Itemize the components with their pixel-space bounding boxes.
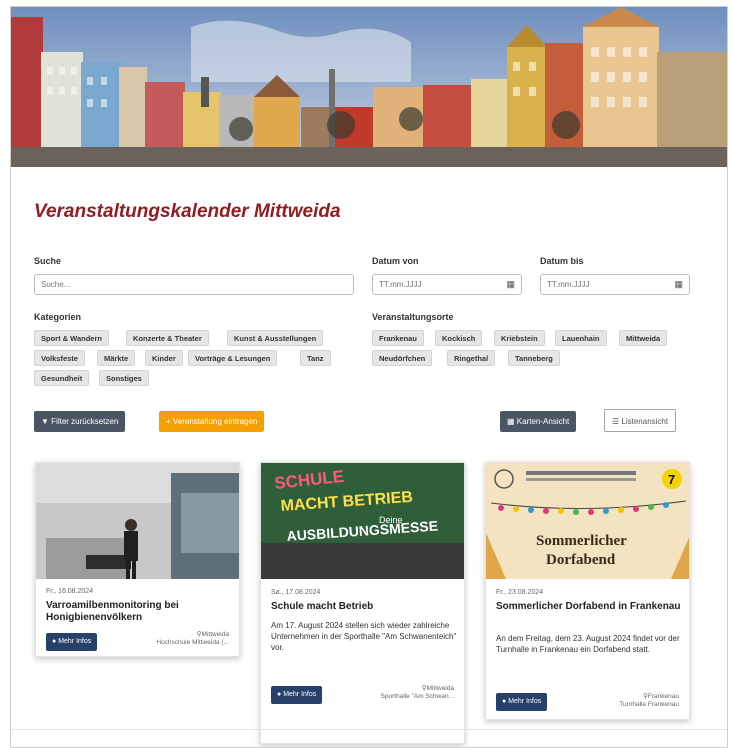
info-icon: ● xyxy=(277,691,282,698)
date-from-input[interactable]: TT.mm.JJJJ ▦ xyxy=(372,274,522,295)
category-chip[interactable]: Sonstiges xyxy=(99,370,149,386)
location-chip[interactable]: Kockisch xyxy=(435,330,483,346)
location-chip[interactable]: Ringethal xyxy=(447,350,496,366)
event-card[interactable]: Fr., 16.08.2024 Varroamilbenmonitoring b… xyxy=(35,462,240,657)
hero-banner-image xyxy=(11,7,727,167)
location-chip[interactable]: Kriebstein xyxy=(494,330,545,346)
event-title: Sommerlicher Dorfabend in Frankenau xyxy=(496,601,681,612)
date-to-input[interactable]: TT.mm.JJJJ ▦ xyxy=(540,274,690,295)
category-chip[interactable]: Gesundheit xyxy=(34,370,90,386)
event-date: Fr., 23.08.2024 xyxy=(496,589,544,596)
search-label: Suche xyxy=(34,256,62,266)
reset-filter-label: Filter zurücksetzen xyxy=(51,417,119,426)
event-description: An dem Freitag, dem 23. August 2024 find… xyxy=(496,634,680,654)
event-location-venue: Hochschule Mittweida (... xyxy=(156,639,229,646)
event-date: Sa., 17.08.2024 xyxy=(271,589,321,596)
location-chip[interactable]: Mittweida xyxy=(619,330,668,346)
info-icon: ● xyxy=(502,698,507,705)
event-location-city: Mittweida xyxy=(201,631,229,638)
more-info-label: Mehr Infos xyxy=(283,691,317,698)
list-icon: ☰ xyxy=(612,417,620,426)
map-view-button[interactable]: ▦ Karten-Ansicht xyxy=(500,411,577,432)
event-title: Schule macht Betrieb xyxy=(271,601,374,612)
more-info-button[interactable]: ● Mehr Infos xyxy=(496,693,548,711)
page-frame: Veranstaltungskalender Mittweida Suche S… xyxy=(10,6,728,748)
more-info-label: Mehr Infos xyxy=(508,698,542,705)
add-event-button[interactable]: + Veranstaltung eintragen xyxy=(159,411,265,432)
event-location: ⚲Mittweida Sporthalle "Am Schwan... xyxy=(381,685,454,701)
event-card[interactable]: 7 Sommerlicher Dorfabend Fr., 23.08.2024… xyxy=(485,462,690,720)
page-title: Veranstaltungskalender Mittweida xyxy=(34,201,341,222)
event-location-city: Frankenau xyxy=(647,693,679,700)
list-view-label: Listenansicht xyxy=(621,417,669,426)
event-description: Am 17. August 2024 stellen sich wieder z… xyxy=(271,621,457,652)
info-icon: ● xyxy=(52,638,57,645)
event-image: SCHULE MACHT BETRIEB Deine AUSBILDUNGSME… xyxy=(261,463,464,579)
locations-label: Veranstaltungsorte xyxy=(372,312,454,322)
date-to-label: Datum bis xyxy=(540,256,584,266)
more-info-button[interactable]: ● Mehr Infos xyxy=(46,633,98,651)
event-location: ⚲Frankenau Turnhalle Frankenau xyxy=(619,693,679,709)
calendar-icon[interactable]: ▦ xyxy=(674,279,683,290)
map-view-label: Karten-Ansicht xyxy=(516,417,570,426)
event-location: ⚲Mittweida Hochschule Mittweida (... xyxy=(156,631,229,647)
filter-icon: ▼ xyxy=(41,417,49,426)
event-date: Fr., 16.08.2024 xyxy=(46,588,94,595)
location-chip[interactable]: Tanneberg xyxy=(508,350,560,366)
divider xyxy=(11,729,727,730)
event-location-city: Mittweida xyxy=(426,685,454,692)
event-image-text: Dorfabend xyxy=(546,552,616,568)
search-input[interactable]: Suche... xyxy=(34,274,354,295)
event-image: 7 Sommerlicher Dorfabend xyxy=(486,463,689,579)
event-location-venue: Turnhalle Frankenau xyxy=(619,701,679,708)
event-location-venue: Sporthalle "Am Schwan... xyxy=(380,693,454,700)
list-view-button[interactable]: ☰ Listenansicht xyxy=(604,409,677,432)
location-chip[interactable]: Neudörfchen xyxy=(372,350,433,366)
location-chip[interactable]: Lauenhain xyxy=(555,330,607,346)
category-chip[interactable]: Vorträge & Lesungen xyxy=(188,350,278,366)
categories-label: Kategorien xyxy=(34,312,82,322)
category-chip[interactable]: Tanz xyxy=(300,350,331,366)
category-chip[interactable]: Kunst & Ausstellungen xyxy=(227,330,324,346)
event-image xyxy=(36,463,239,579)
event-image-text: Sommerlicher xyxy=(536,533,627,549)
more-info-label: Mehr Infos xyxy=(58,638,92,645)
date-from-placeholder: TT.mm.JJJJ xyxy=(379,280,422,289)
category-chip[interactable]: Sport & Wandern xyxy=(34,330,109,346)
event-title: Varroamilbenmonitoring bei Honigbienenvö… xyxy=(46,600,179,623)
category-chip[interactable]: Konzerte & Theater xyxy=(126,330,209,346)
event-image-badge: 7 xyxy=(668,472,675,487)
search-placeholder: Suche... xyxy=(41,280,71,289)
location-chip[interactable]: Frankenau xyxy=(372,330,424,346)
more-info-button[interactable]: ● Mehr Infos xyxy=(271,686,323,704)
calendar-icon[interactable]: ▦ xyxy=(506,279,515,290)
reset-filter-button[interactable]: ▼ Filter zurücksetzen xyxy=(34,411,126,432)
category-chip[interactable]: Volksfeste xyxy=(34,350,85,366)
date-to-placeholder: TT.mm.JJJJ xyxy=(547,280,590,289)
map-icon: ▦ xyxy=(507,417,515,426)
category-chip[interactable]: Kinder xyxy=(145,350,183,366)
date-from-label: Datum von xyxy=(372,256,419,266)
category-chip[interactable]: Märkte xyxy=(97,350,136,366)
event-card[interactable]: SCHULE MACHT BETRIEB Deine AUSBILDUNGSME… xyxy=(260,462,465,744)
